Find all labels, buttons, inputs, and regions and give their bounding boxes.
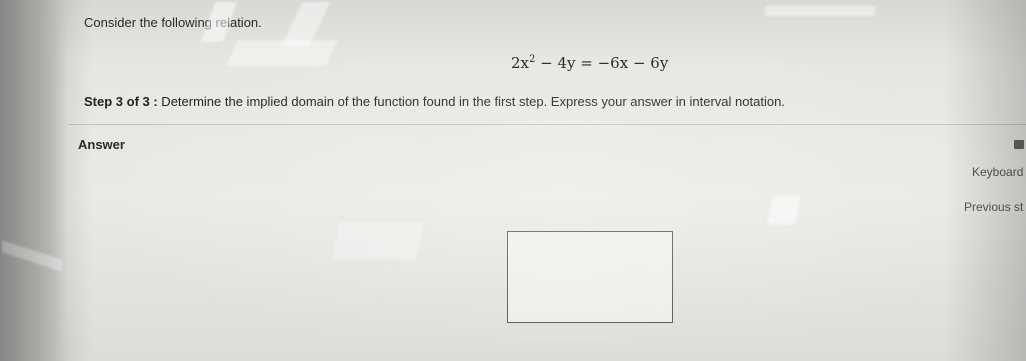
step-label: Step 3 of 3 : — [84, 94, 158, 109]
answer-input-box[interactable] — [507, 231, 673, 323]
step-instruction: Step 3 of 3 : Determine the implied doma… — [84, 94, 785, 109]
equation-term: 2x — [511, 54, 530, 72]
screen-glare — [331, 222, 425, 260]
question-intro: Consider the following relation. — [84, 15, 262, 30]
previous-step-link[interactable]: Previous st — [964, 200, 1023, 214]
keyboard-icon[interactable] — [1014, 140, 1024, 149]
relation-equation: 2x2 − 4y = −6x − 6y — [511, 54, 668, 72]
screen-glare — [767, 196, 801, 224]
step-text: Determine the implied domain of the func… — [157, 94, 785, 109]
side-panel: Keyboard Previous st — [950, 136, 1026, 256]
keyboard-shortcuts-link[interactable]: Keyboard — [972, 165, 1023, 179]
equation-rest: − 4y = −6x − 6y — [535, 54, 669, 72]
answer-label: Answer — [78, 137, 125, 152]
left-margin — [0, 0, 68, 361]
